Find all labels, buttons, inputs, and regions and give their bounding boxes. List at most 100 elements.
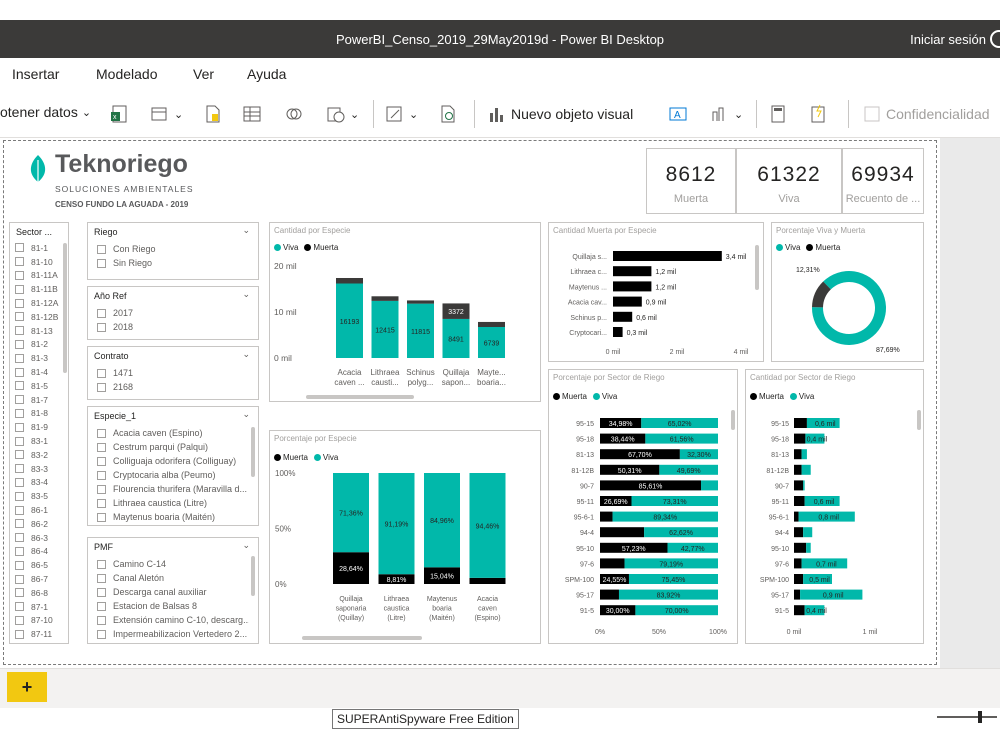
bar-muerta[interactable] <box>613 281 652 292</box>
checkbox[interactable] <box>97 322 106 332</box>
refresh-button[interactable] <box>438 104 458 124</box>
checkbox[interactable] <box>15 450 24 460</box>
slicer-item[interactable]: Con Riego <box>97 242 156 256</box>
checkbox[interactable] <box>97 498 106 508</box>
sector-item[interactable]: 87-1 <box>15 600 67 614</box>
bar-muerta[interactable] <box>794 542 807 553</box>
table-button[interactable] <box>242 104 262 124</box>
bar-muerta[interactable] <box>600 511 613 522</box>
bar-muerta[interactable] <box>794 589 801 600</box>
checkbox[interactable] <box>97 456 106 466</box>
sector-item[interactable]: 86-8 <box>15 586 67 600</box>
bar-muerta[interactable] <box>794 480 804 491</box>
sector-item[interactable]: 87-10 <box>15 614 67 628</box>
slicer-item[interactable]: Estacion de Balsas 8 <box>97 599 249 613</box>
signin-link[interactable]: Iniciar sesión <box>910 32 986 47</box>
checkbox[interactable] <box>15 243 24 253</box>
sector-item[interactable]: 81-12A <box>15 296 67 310</box>
checkbox[interactable] <box>15 353 24 363</box>
bar-muerta[interactable] <box>613 311 633 322</box>
sector-item[interactable]: 86-5 <box>15 558 67 572</box>
bar-muerta[interactable] <box>600 558 625 569</box>
checkbox[interactable] <box>15 270 24 280</box>
bar-muerta[interactable] <box>613 327 623 337</box>
bar-muerta[interactable] <box>794 496 805 506</box>
sector-item[interactable]: 81-11B <box>15 282 67 296</box>
checkbox[interactable] <box>15 629 24 639</box>
chart-scrollbar[interactable] <box>306 395 414 399</box>
checkbox[interactable] <box>97 368 106 378</box>
menu-ayuda[interactable]: Ayuda <box>247 66 286 82</box>
pmf-slicer[interactable]: PMF ⌄ Camino C-14 Canal Aletón Descarga ca… <box>87 537 259 644</box>
menu-insertar[interactable]: Insertar <box>12 66 59 82</box>
bar-muerta[interactable] <box>469 577 506 584</box>
checkbox[interactable] <box>15 381 24 391</box>
checkbox[interactable] <box>15 491 24 501</box>
especie-slicer[interactable]: Especie_1 ⌄ Acacia caven (Espino) Cestrum… <box>87 406 259 526</box>
checkbox[interactable] <box>97 484 106 494</box>
sector-item[interactable]: 81-12B <box>15 310 67 324</box>
checkbox[interactable] <box>15 477 24 487</box>
new-measure-button[interactable] <box>768 104 788 124</box>
bar-muerta[interactable] <box>794 558 802 569</box>
bar-viva[interactable] <box>806 542 811 553</box>
checkbox[interactable] <box>15 312 24 322</box>
zoom-slider-thumb[interactable] <box>978 711 982 723</box>
porcentaje-sector-chart[interactable]: Porcentaje por Sector de Riego Muerta Vi… <box>548 369 738 644</box>
sector-item[interactable]: 81-10 <box>15 255 67 269</box>
bar-muerta[interactable] <box>600 527 645 538</box>
slicer-item[interactable]: Cryptocaria alba (Peumo) <box>97 468 249 482</box>
sector-item[interactable]: 83-5 <box>15 489 67 503</box>
cantidad-especie-chart[interactable]: Cantidad por Especie Viva Muerta 20 mil 1… <box>269 222 541 402</box>
porcentaje-especie-chart[interactable]: Porcentaje por Especie Muerta Viva 100% 5… <box>269 430 541 644</box>
checkbox[interactable] <box>15 367 24 377</box>
slicer-item[interactable]: Acacia caven (Espino) <box>97 426 249 440</box>
bar-muerta[interactable] <box>794 605 805 616</box>
chevron-down-icon[interactable]: ⌄ <box>242 225 250 236</box>
quick-measure-button[interactable] <box>808 104 828 124</box>
sector-item[interactable]: 81-7 <box>15 393 67 407</box>
checkbox[interactable] <box>97 382 106 392</box>
checkbox[interactable] <box>15 395 24 405</box>
slicer-item[interactable]: Lithraea caustica (Litre) <box>97 496 249 510</box>
checkbox[interactable] <box>15 519 24 529</box>
chart-scrollbar[interactable] <box>302 636 422 640</box>
slicer-item[interactable]: Colliguaja odorifera (Colliguay) <box>97 454 249 468</box>
bar-muerta[interactable] <box>478 321 505 328</box>
sector-item[interactable]: 86-3 <box>15 531 67 545</box>
slicer-item[interactable]: Cestrum parqui (Palqui) <box>97 440 249 454</box>
checkbox[interactable] <box>15 546 24 556</box>
sector-item[interactable]: 86-7 <box>15 572 67 586</box>
checkbox[interactable] <box>97 559 106 569</box>
bar-muerta[interactable] <box>613 266 652 277</box>
sector-item[interactable]: 83-3 <box>15 462 67 476</box>
riego-slicer[interactable]: Riego ⌄ Con Riego Sin Riego <box>87 222 259 280</box>
slicer-item[interactable]: Extensión camino C-10, descarg... <box>97 613 249 627</box>
checkbox[interactable] <box>97 428 106 438</box>
sector-item[interactable]: 81-9 <box>15 420 67 434</box>
sector-item[interactable]: 81-2 <box>15 338 67 352</box>
checkbox[interactable] <box>15 588 24 598</box>
add-page-button[interactable]: + <box>7 672 47 702</box>
bar-viva[interactable] <box>803 480 805 491</box>
new-visual-button[interactable]: Nuevo objeto visual <box>487 104 633 124</box>
checkbox[interactable] <box>15 339 24 349</box>
sector-item[interactable]: 83-4 <box>15 476 67 490</box>
checkbox[interactable] <box>15 574 24 584</box>
menu-modelado[interactable]: Modelado <box>96 66 158 82</box>
cantidad-muerta-chart[interactable]: Cantidad Muerta por Especie Quillaja s..… <box>548 222 764 362</box>
transform-data-button[interactable]: ⌄ <box>385 104 418 124</box>
bar-muerta[interactable] <box>794 433 806 444</box>
bar-muerta[interactable] <box>613 251 722 261</box>
sector-item[interactable]: 86-4 <box>15 545 67 559</box>
chevron-down-icon[interactable]: ⌄ <box>242 349 250 360</box>
checkbox[interactable] <box>15 505 24 515</box>
sector-item[interactable]: 86-2 <box>15 517 67 531</box>
sector-item[interactable]: 81-3 <box>15 351 67 365</box>
checkbox[interactable] <box>15 602 24 612</box>
chevron-down-icon[interactable]: ⌄ <box>242 289 250 300</box>
slicer-item[interactable]: Impermeabilizacion Vertedero 2... <box>97 627 249 641</box>
checkbox[interactable] <box>97 258 106 268</box>
checkbox[interactable] <box>15 422 24 432</box>
slicer-item[interactable]: Descarga canal auxiliar <box>97 585 249 599</box>
